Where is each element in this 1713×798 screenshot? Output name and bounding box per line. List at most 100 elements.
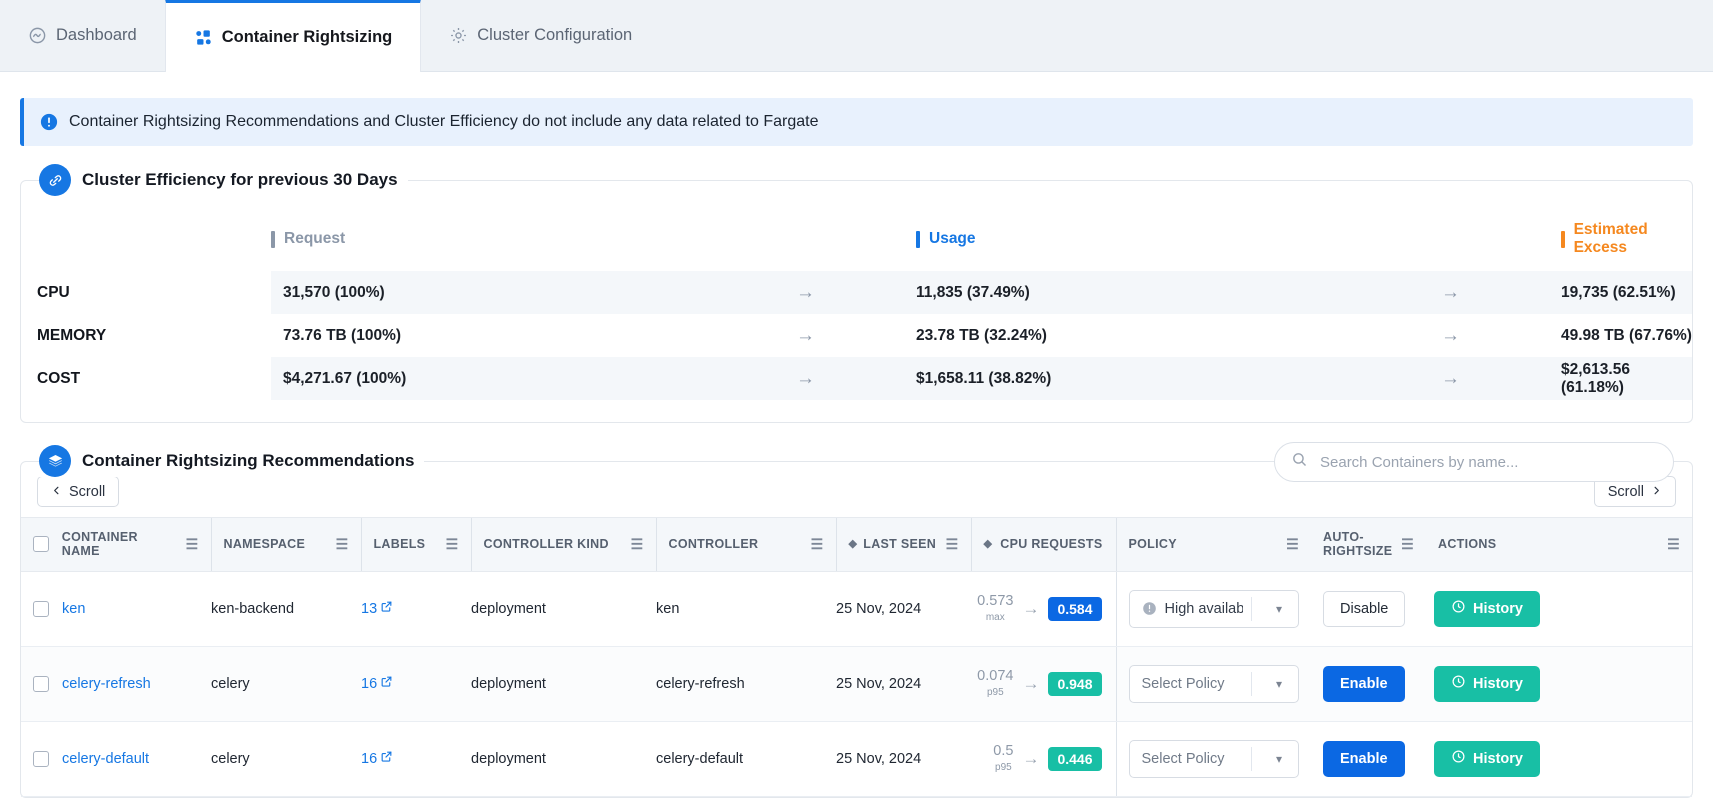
auto-rightsize-toggle-button[interactable]: Disable [1323, 590, 1406, 627]
cluster-efficiency-card: Cluster Efficiency for previous 30 Days … [20, 164, 1693, 423]
cpu-current-value: 0.573 [977, 592, 1014, 609]
search-container[interactable] [1274, 442, 1674, 482]
chevron-down-icon[interactable]: ▾ [1260, 602, 1298, 616]
policy-select[interactable]: High availability ▾ [1128, 589, 1299, 628]
sort-icon[interactable]: ◆ [984, 538, 993, 550]
history-button[interactable]: History [1434, 665, 1540, 702]
card-title-text: Container Rightsizing Recommendations [82, 451, 415, 470]
arrow-icon: → [1441, 271, 1561, 314]
cell-policy[interactable]: Select Policy ▾ [1115, 646, 1311, 722]
column-menu-icon[interactable]: ☰ [186, 536, 199, 553]
tab-dashboard[interactable]: Dashboard [0, 0, 165, 71]
auto-rightsize-toggle-button[interactable]: Enable [1323, 740, 1405, 777]
efficiency-spacer-1 [796, 211, 916, 271]
arrow-icon: → [1022, 598, 1040, 618]
arrow-icon: → [796, 271, 916, 314]
cell-policy[interactable]: Select Policy ▾ [1115, 721, 1311, 797]
memory-usage-value: 23.78 TB (32.24%) [916, 326, 1047, 344]
cell-labels[interactable]: 16 [361, 721, 471, 797]
column-menu-icon[interactable]: ☰ [446, 536, 459, 553]
recommendations-table: CONTAINER NAME ☰ NAMESPACE ☰ LABELS ☰ CO… [21, 517, 1692, 797]
clock-icon [1451, 749, 1466, 768]
table-row[interactable]: celery-default celery 16 deployment cele… [21, 721, 1692, 797]
row-checkbox[interactable] [33, 600, 49, 617]
container-name-link[interactable]: celery-default [62, 751, 149, 767]
recommendations-card: Container Rightsizing Recommendations Sc… [20, 442, 1693, 798]
container-name-link[interactable]: celery-refresh [62, 676, 151, 692]
cell-policy[interactable]: High availability ▾ [1115, 571, 1311, 647]
policy-select[interactable]: Select Policy ▾ [1128, 739, 1299, 778]
cell-controller: ken [656, 571, 836, 647]
labels-link[interactable]: 16 [361, 750, 393, 767]
cpu-stat-label: max [985, 612, 1005, 624]
cpu-stat-label: p95 [986, 687, 1004, 699]
th-cpu-requests[interactable]: ◆ CPU REQUESTS [970, 517, 1116, 572]
search-input[interactable] [1318, 452, 1657, 472]
sort-icon[interactable]: ◆ [849, 538, 858, 550]
row-label: MEMORY [37, 326, 107, 344]
history-label: History [1473, 675, 1523, 692]
scroll-left-button[interactable]: Scroll [37, 476, 120, 507]
cell-labels[interactable]: 16 [361, 646, 471, 722]
column-menu-icon[interactable]: ☰ [1401, 536, 1414, 553]
fargate-info-banner: Container Rightsizing Recommendations an… [20, 98, 1693, 146]
activity-icon [28, 26, 47, 45]
column-menu-icon[interactable]: ☰ [336, 536, 349, 553]
container-name-link[interactable]: ken [62, 601, 85, 617]
cluster-efficiency-table: Request Usage Estimated Excess CPU 31,57… [21, 211, 1692, 400]
banner-text: Container Rightsizing Recommendations an… [69, 113, 819, 130]
labels-count: 16 [361, 750, 378, 767]
column-label: NAMESPACE [223, 537, 306, 552]
cell-labels[interactable]: 13 [361, 571, 471, 647]
table-row[interactable]: ken ken-backend 13 deployment ken 25 Nov… [21, 571, 1692, 647]
column-menu-icon[interactable]: ☰ [1286, 536, 1299, 553]
efficiency-col-usage: Usage [916, 211, 1441, 271]
tab-container-rightsizing[interactable]: Container Rightsizing [164, 0, 422, 72]
tab-label: Dashboard [56, 25, 137, 44]
column-menu-icon[interactable]: ☰ [946, 536, 959, 553]
cell-auto-rightsize: Enable [1311, 646, 1426, 722]
policy-value: High availability [1164, 600, 1244, 617]
search-icon [1291, 451, 1308, 473]
chevron-right-icon [1651, 484, 1662, 500]
row-checkbox[interactable] [33, 750, 49, 767]
column-menu-icon[interactable]: ☰ [811, 536, 824, 553]
layers-icon [39, 445, 71, 477]
recommendations-title: Container Rightsizing Recommendations [39, 445, 425, 477]
policy-value: Select Policy [1141, 675, 1225, 692]
arrow-icon: → [1441, 357, 1561, 400]
chevron-down-icon[interactable]: ▾ [1260, 752, 1298, 766]
efficiency-col-request: Request [271, 211, 796, 271]
tab-bar: Dashboard Container Rightsizing Cluster … [0, 0, 1713, 72]
efficiency-row-cpu: CPU 31,570 (100%) → 11,835 (37.49%) → 19… [21, 271, 1692, 314]
policy-select[interactable]: Select Policy ▾ [1128, 664, 1299, 703]
column-label: Request [284, 230, 346, 247]
cell-container-name: ken [21, 571, 211, 647]
table-row[interactable]: celery-refresh celery 16 deployment cele… [21, 646, 1692, 722]
tab-cluster-configuration[interactable]: Cluster Configuration [421, 0, 660, 71]
arrow-icon: → [1022, 748, 1040, 768]
cpu-stat-label: p95 [995, 762, 1012, 774]
auto-rightsize-toggle-button[interactable]: Enable [1323, 665, 1405, 702]
chevron-down-icon[interactable]: ▾ [1260, 677, 1298, 691]
cell-controller: celery-refresh [656, 646, 836, 722]
th-last-seen[interactable]: ◆ LAST SEEN ☰ [835, 517, 971, 572]
labels-link[interactable]: 13 [361, 600, 393, 617]
cost-excess-value: $2,613.56 (61.18%) [1561, 357, 1692, 400]
cell-cpu-requests: 0.5 p95 → 0.446 [971, 721, 1116, 797]
column-label: ACTIONS [1438, 537, 1497, 552]
efficiency-col-estimated-excess: Estimated Excess [1561, 211, 1692, 271]
select-all-checkbox[interactable] [33, 536, 49, 553]
history-button[interactable]: History [1434, 590, 1540, 627]
cpu-recommended-value: 0.446 [1048, 746, 1102, 771]
column-menu-icon[interactable]: ☰ [631, 536, 644, 553]
column-menu-icon[interactable]: ☰ [1667, 536, 1680, 553]
external-link-icon [380, 675, 393, 692]
history-button[interactable]: History [1434, 740, 1540, 777]
excess-color-bar [1561, 230, 1565, 248]
labels-link[interactable]: 16 [361, 675, 393, 692]
policy-value: Select Policy [1141, 750, 1225, 767]
th-labels: LABELS ☰ [360, 517, 471, 572]
row-checkbox[interactable] [33, 675, 49, 692]
tab-label: Cluster Configuration [477, 25, 633, 44]
